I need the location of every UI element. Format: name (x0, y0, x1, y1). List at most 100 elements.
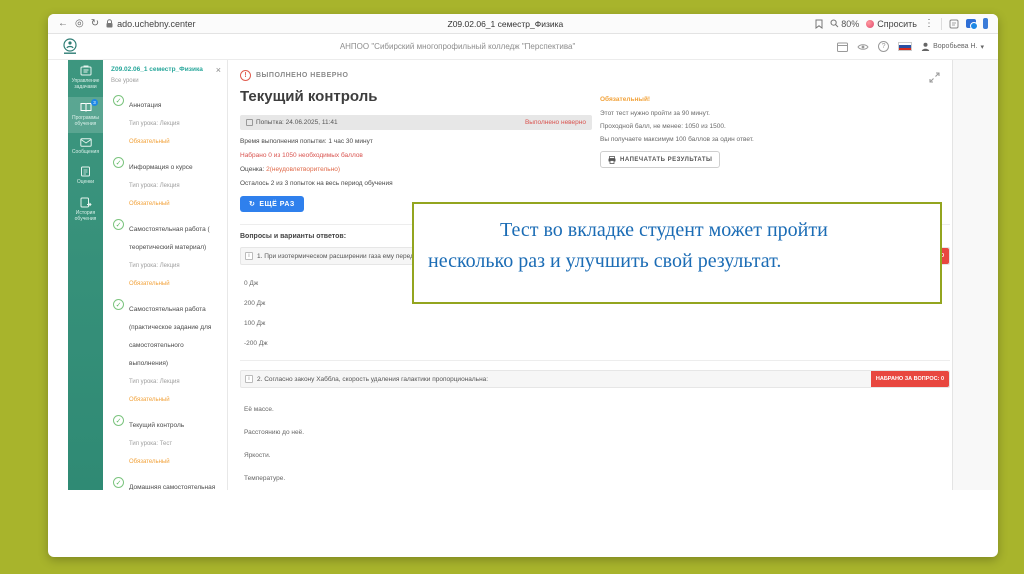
sidebar-item-label: История обучения (74, 209, 97, 222)
lessons-panel: Z09.02.06_1 семестр_Физика × Все уроки ✓… (103, 60, 228, 490)
lesson-item[interactable]: ✓ Домашняя самостоятельная работа Тип ур… (111, 472, 221, 490)
app-header: АНПОО "Сибирский многопрофильный колледж… (48, 34, 998, 60)
lesson-flag: Обязательный (129, 397, 170, 403)
sidebar-item-label: Сообщения (71, 149, 100, 155)
ask-label: Спросить (877, 18, 917, 29)
info-line: Этот тест нужно пройти за 90 минут. (600, 110, 710, 117)
bookmark-icon[interactable] (815, 19, 823, 29)
answer-option[interactable]: Её массе. (244, 406, 950, 413)
sidebar-item-label: Оценки (76, 179, 95, 186)
print-label: НАПЕЧАТАТЬ РЕЗУЛЬТАТЫ (620, 156, 713, 163)
check-icon: ✓ (113, 219, 124, 230)
ask-button[interactable]: Спросить (866, 19, 917, 29)
zoom-level: 80% (841, 18, 860, 29)
college-logo (63, 37, 77, 54)
question-text: 2. Согласно закону Хаббла, скорость удал… (257, 375, 489, 383)
chrome-actions: 80% Спросить ⋮ (815, 17, 988, 30)
test-info-panel: Обязательный! Этот тест нужно пройти за … (600, 96, 780, 169)
extension-icon-2[interactable] (983, 18, 988, 29)
retry-label: ЕЩЁ РАЗ (259, 200, 295, 208)
sidebar-item-grades[interactable]: Оценки (68, 161, 103, 191)
attempt-duration: Время выполнения попытки: 1 час 30 минут (240, 138, 373, 145)
course-title-link[interactable]: Z09.02.06_1 семестр_Физика (111, 66, 203, 74)
attempt-info: Попытка: 24.06.2025, 11:41 (246, 119, 338, 126)
answer-option[interactable]: Яркости. (244, 452, 950, 459)
lesson-item[interactable]: ✓ Информация о курсе Тип урока: Лекция О… (111, 152, 221, 214)
url-text: ado.uchebny.center (117, 18, 196, 29)
lesson-type: Тип урока: Лекция (129, 263, 180, 269)
menu-dots-icon[interactable]: ⋮ (924, 18, 934, 29)
required-flag: Обязательный! (600, 96, 651, 103)
check-icon: ✓ (113, 477, 124, 488)
info-line: Вы получаете максимум 100 баллов за один… (600, 136, 754, 143)
target-icon[interactable]: ◎ (75, 18, 84, 29)
answers-list-2: Её массе. Расстоянию до неё. Яркости. Те… (240, 388, 950, 482)
sidebar-item-tasks[interactable]: Управление задачами (68, 60, 103, 97)
attempt-details: Время выполнения попытки: 1 час 30 минут… (240, 138, 600, 187)
attempt-score: Набрано 0 из 1050 необходимых баллов (240, 152, 363, 159)
alert-icon: ! (240, 70, 251, 81)
lesson-title: Самостоятельная работа (практическое зад… (129, 306, 212, 367)
lessons-filter[interactable]: Все уроки (111, 78, 221, 84)
lesson-type: Тип урока: Тест (129, 441, 173, 447)
retry-button[interactable]: ↻ ЕЩЁ РАЗ (240, 196, 304, 212)
sidebar-item-label: Программы обучения (71, 114, 99, 127)
reload-icon[interactable]: ↻ (91, 18, 99, 29)
question-info-icon: i (245, 375, 253, 383)
check-icon: ✓ (113, 299, 124, 310)
lesson-flag: Обязательный (129, 459, 170, 465)
lesson-title: Текущий контроль (129, 422, 185, 429)
language-flag-ru[interactable] (898, 42, 913, 51)
lesson-item[interactable]: ✓ Текущий контроль Тип урока: Тест Обяза… (111, 410, 221, 472)
book-icon (80, 102, 91, 112)
sidebar-item-programs[interactable]: 3 Программы обучения (68, 96, 103, 133)
url-bar[interactable]: ado.uchebny.center (106, 18, 196, 29)
user-icon (921, 42, 930, 51)
browser-chrome: ← ◎ ↻ ado.uchebny.center Z09.02.06_1 сем… (48, 14, 998, 34)
attempts-left: Осталось 2 из 3 попыток на весь период о… (240, 180, 393, 187)
answer-option[interactable]: -200 Дж (244, 340, 950, 347)
lesson-flag: Обязательный (129, 139, 170, 145)
callout-text-line2: несколько раз и улучшить свой результат. (428, 250, 782, 272)
answer-option[interactable]: Температуре. (244, 475, 950, 482)
expand-icon[interactable] (929, 72, 940, 83)
extension-icon[interactable] (966, 19, 978, 30)
lesson-type: Тип урока: Лекция (129, 121, 180, 127)
zoom-control[interactable]: 80% (830, 19, 859, 29)
header-actions: ? Воробьева Н. ▾ (837, 41, 984, 52)
grades-icon (81, 166, 90, 177)
back-icon[interactable]: ← (58, 18, 68, 29)
notes-icon[interactable] (949, 19, 959, 29)
answer-option[interactable]: 100 Дж (244, 320, 950, 327)
close-icon[interactable]: × (216, 66, 221, 75)
lesson-item[interactable]: ✓ Самостоятельная работа ( теоретический… (111, 214, 221, 294)
user-menu[interactable]: Воробьева Н. ▾ (921, 42, 984, 51)
callout-text-line1: Тест во вкладке студент может пройти (500, 219, 828, 241)
calendar-icon[interactable] (837, 42, 849, 52)
tab-title[interactable]: Z09.02.06_1 семестр_Физика (203, 19, 809, 29)
refresh-icon: ↻ (249, 201, 256, 208)
answer-option[interactable]: Расстоянию до неё. (244, 429, 950, 436)
sidebar-item-messages[interactable]: Сообщения (68, 133, 103, 161)
chevron-down-icon: ▾ (980, 43, 984, 51)
magnifier-icon (830, 19, 839, 28)
print-results-button[interactable]: НАПЕЧАТАТЬ РЕЗУЛЬТАТЫ (600, 151, 721, 168)
org-title: АНПОО "Сибирский многопрофильный колледж… (339, 42, 576, 51)
eye-icon[interactable] (857, 43, 869, 51)
sidebar-item-history[interactable]: История обучения (68, 192, 103, 229)
annotation-callout: Тест во вкладке студент может пройти нес… (412, 202, 942, 304)
question-bar-2[interactable]: i 2. Согласно закону Хаббла, скорость уд… (240, 370, 950, 388)
divider (240, 360, 950, 361)
lock-icon (106, 19, 113, 28)
tasks-icon (80, 65, 91, 76)
attempt-bar[interactable]: Попытка: 24.06.2025, 11:41 Выполнено нев… (240, 115, 592, 130)
check-icon: ✓ (113, 95, 124, 106)
scroll-gutter[interactable] (952, 60, 998, 490)
lesson-type: Тип урока: Лекция (129, 379, 180, 385)
help-icon[interactable]: ? (878, 41, 890, 52)
lesson-flag: Обязательный (129, 281, 170, 287)
question-score-badge: НАБРАНО ЗА ВОПРОС: 0 (870, 371, 949, 387)
lesson-title: Самостоятельная работа ( теоретический м… (129, 226, 210, 251)
lesson-item[interactable]: ✓ Самостоятельная работа (практическое з… (111, 294, 221, 410)
lesson-item[interactable]: ✓ Аннотация Тип урока: Лекция Обязательн… (111, 90, 221, 152)
